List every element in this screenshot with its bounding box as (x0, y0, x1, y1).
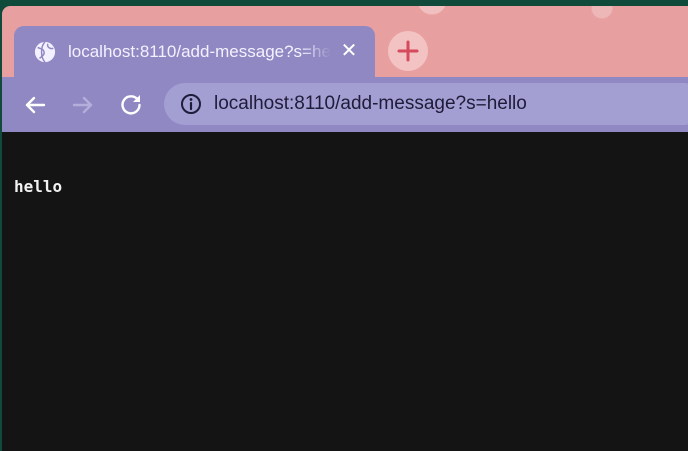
page-content: hello (2, 132, 688, 451)
info-icon[interactable] (180, 93, 202, 115)
tab-title: localhost:8110/add-message?s=hello (68, 42, 332, 61)
forward-button[interactable] (68, 90, 98, 120)
message-text: hello (14, 177, 63, 196)
plus-icon (397, 40, 419, 62)
tab-active[interactable]: localhost:8110/add-message?s=hello ✕ (14, 26, 375, 77)
forward-arrow-icon (72, 96, 93, 114)
browser-window: localhost:8110/add-message?s=hello ✕ loc… (2, 6, 688, 451)
toolbar: localhost:8110/add-message?s=hello (2, 77, 688, 132)
reload-icon (121, 95, 141, 115)
back-arrow-icon (25, 96, 46, 114)
url-text[interactable]: localhost:8110/add-message?s=hello (214, 92, 527, 116)
tab-strip: localhost:8110/add-message?s=hello ✕ (2, 6, 688, 77)
close-icon[interactable]: ✕ (338, 40, 360, 62)
globe-icon (34, 41, 56, 63)
reload-button[interactable] (116, 90, 146, 120)
new-tab-button[interactable] (388, 31, 428, 71)
address-bar[interactable]: localhost:8110/add-message?s=hello (164, 83, 688, 125)
back-button[interactable] (20, 90, 50, 120)
